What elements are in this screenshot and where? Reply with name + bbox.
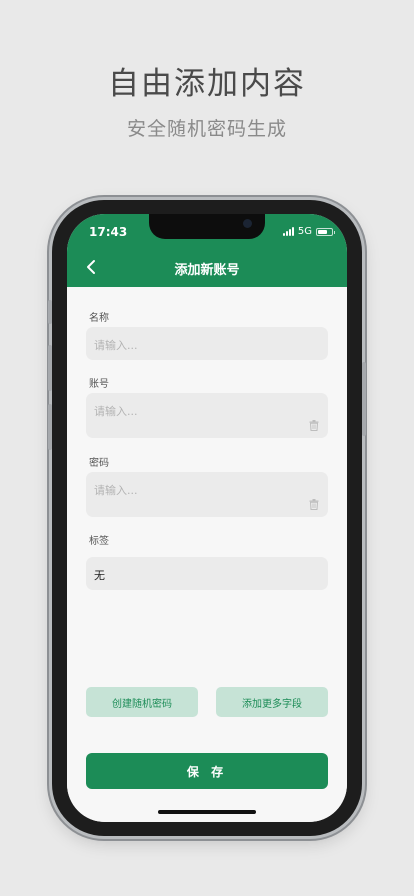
form-content: 名称 请输入... 账号 请输入... 密码 请输入... 标签 无 创建随机密… [67,287,347,822]
signal-icon [282,227,294,236]
trash-icon[interactable] [309,499,319,510]
battery-icon [316,227,335,236]
name-label: 名称 [89,313,109,324]
tag-value: 无 [94,569,105,582]
tag-select[interactable]: 无 [86,557,328,590]
page-title: 添加新账号 [174,263,240,278]
home-indicator[interactable] [158,810,256,814]
phone-side-button-volume-down [48,404,52,450]
account-placeholder: 请输入... [94,405,138,418]
name-input[interactable]: 请输入... [86,327,328,360]
password-placeholder: 请输入... [94,484,138,497]
status-time: 17:43 [89,225,128,239]
camera-icon [243,219,252,228]
promo-headline: 自由添加内容 [108,66,306,102]
account-label: 账号 [89,379,109,390]
password-label: 密码 [89,458,109,469]
account-input[interactable]: 请输入... [86,393,328,438]
add-field-button[interactable]: 添加更多字段 [216,687,328,717]
name-placeholder: 请输入... [94,339,138,352]
save-button[interactable]: 保 存 [86,753,328,789]
trash-icon[interactable] [309,420,319,431]
promo-subheadline: 安全随机密码生成 [126,118,287,140]
phone-side-button-power [362,362,366,436]
app-screen: 17:43 5G 添加新账号 名称 请输入... 账号 请输入... 密码 请输… [67,214,347,822]
tag-label: 标签 [89,536,109,547]
random-password-button[interactable]: 创建随机密码 [86,687,198,717]
password-input[interactable]: 请输入... [86,472,328,517]
phone-side-button-silent [48,300,52,324]
phone-side-button-volume-up [48,345,52,391]
status-indicators: 5G [282,226,335,237]
network-type: 5G [297,226,312,237]
phone-notch [149,214,265,239]
